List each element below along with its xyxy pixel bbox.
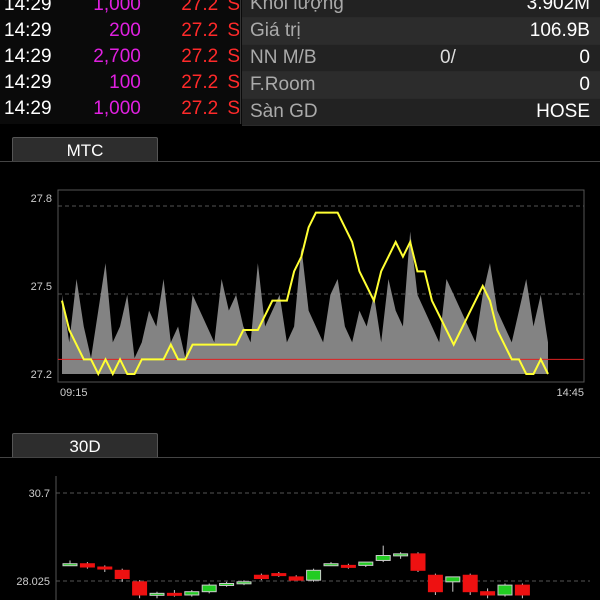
stock-info-table: Khối lượng 3.902M Giá trị 106.9B NN M/B 0/0… [242,0,600,126]
divider [240,0,241,124]
candle [166,592,182,596]
trade-side: S [227,0,240,15]
candle [132,581,148,596]
candle [480,591,496,596]
candle [445,576,461,583]
candle [462,574,478,593]
candle [114,569,130,580]
trade-price: 27.2 [181,98,219,119]
trade-time: 14:29 [4,72,52,93]
x-tick-label: 09:15 [60,387,88,399]
trade-list: 14:29 1,000 27.2 S 14:29 200 27.2 S 14:29 2,700… [0,0,240,122]
info-label: Giá trị [250,20,301,41]
candle [410,553,426,571]
trade-side: S [227,98,240,119]
y-tick-label: 27.5 [31,281,52,293]
tab-daily[interactable]: 30D [12,433,158,458]
candle [306,569,322,581]
trade-time: 14:29 [4,46,52,67]
info-row-volume: Khối lượng 3.902M [242,0,600,18]
y-tick-label: 28.025 [16,576,50,588]
info-value: HOSE [536,101,590,122]
info-row-value: Giá trị 106.9B [242,18,600,45]
trade-price: 27.2 [181,72,219,93]
tab-intraday[interactable]: MTC [12,137,158,162]
trade-qty: 100 [109,72,141,93]
candle [393,553,409,557]
info-row-foreign: NN M/B 0/0 [242,45,600,72]
candle [184,591,200,596]
trade-qty: 200 [109,20,141,41]
trade-side: S [227,72,240,93]
candle [271,573,287,577]
candle [427,574,443,593]
trade-time: 14:29 [4,20,52,41]
candle [62,563,78,567]
candle [323,563,339,567]
candle [375,555,391,561]
info-label: Khối lượng [250,0,344,14]
candle [219,582,235,586]
info-mid-value: 0/ [440,47,456,68]
trade-side: S [227,20,240,41]
info-value: 0 [579,47,590,68]
daily-chart: 30.7 28.025 [16,476,590,600]
info-row-exchange: Sàn GD HOSE [242,99,600,126]
trade-row: 14:29 1,000 27.2 S [0,0,240,18]
info-value: 0 [579,74,590,95]
info-label: Sàn GD [250,101,318,122]
trade-row: 14:29 100 27.2 S [0,70,240,96]
info-value: 106.9B [529,20,590,41]
candle [236,581,252,585]
x-tick-label: 14:45 [556,387,584,399]
trade-price: 27.2 [181,0,219,15]
candle [514,584,530,596]
trade-qty: 1,000 [93,0,141,15]
trade-qty: 2,700 [93,46,141,67]
candle [340,564,356,568]
trade-side: S [227,46,240,67]
trade-time: 14:29 [4,0,52,15]
intraday-chart: 27.8 27.5 27.2 09:15 14:45 [31,189,585,399]
info-label: F.Room [250,74,316,95]
info-label: NN M/B [250,47,317,68]
trade-qty: 1,000 [93,98,141,119]
trade-price: 27.2 [181,46,219,67]
trade-row: 14:29 2,700 27.2 S [0,44,240,70]
trade-price: 27.2 [181,20,219,41]
candle [288,576,304,581]
y-tick-label: 30.7 [29,488,50,500]
candle [358,561,374,566]
candle [201,584,217,593]
candle [79,563,95,568]
candle [253,574,269,580]
trade-row: 14:29 1,000 27.2 S [0,96,240,122]
info-value: 3.902M [526,0,590,14]
candle [149,592,165,596]
trade-time: 14:29 [4,98,52,119]
info-row-froom: F.Room 0 [242,72,600,99]
y-tick-label: 27.2 [31,369,52,381]
candle [97,566,113,570]
trade-row: 14:29 200 27.2 S [0,18,240,44]
candle [497,584,513,596]
y-tick-label: 27.8 [31,193,52,205]
trade-info-panel: 14:29 1,000 27.2 S 14:29 200 27.2 S 14:29 2,700… [0,0,600,126]
